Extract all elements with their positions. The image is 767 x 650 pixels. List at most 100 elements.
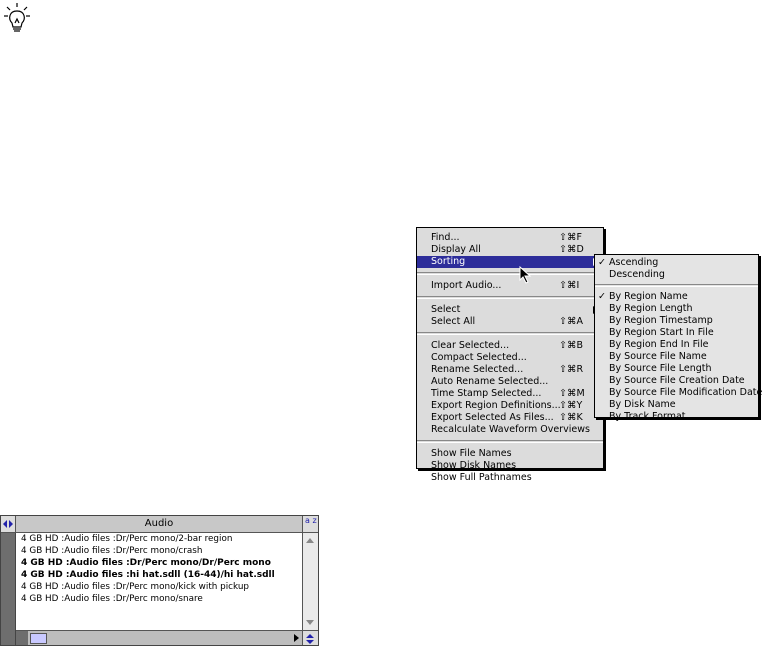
audio-regions-window: Audio a z 4 GB HD :Audio files :Dr/Perc … bbox=[0, 515, 319, 646]
submenu-item-by-region-length[interactable]: By Region Length bbox=[595, 303, 758, 315]
menu-item-recalculate-waveform-overviews[interactable]: Recalculate Waveform Overviews bbox=[417, 424, 603, 436]
submenu-item-by-source-file-name[interactable]: By Source File Name bbox=[595, 351, 758, 363]
menu-item-clear-selected[interactable]: Clear Selected... ⇧⌘B bbox=[417, 340, 603, 352]
audio-popup-menu: Find... ⇧⌘F Display All ⇧⌘D Sorting Import… bbox=[416, 227, 604, 483]
menu-item-find[interactable]: Find... ⇧⌘F bbox=[417, 232, 603, 244]
window-side-bar bbox=[1, 533, 16, 645]
menu-item-label: Sorting bbox=[431, 256, 466, 267]
submenu-item-label: By Region Timestamp bbox=[609, 315, 713, 326]
sort-az-icon: a z bbox=[305, 516, 317, 525]
menu-item-auto-rename-selected[interactable]: Auto Rename Selected... bbox=[417, 376, 603, 388]
submenu-item-label: By Region End In File bbox=[609, 339, 709, 350]
menu-shortcut: ⇧⌘B bbox=[559, 340, 583, 351]
scroll-up-arrow-icon[interactable] bbox=[306, 538, 314, 543]
submenu-item-by-region-start-in-file[interactable]: By Region Start In File bbox=[595, 327, 758, 339]
submenu-item-label: Descending bbox=[609, 269, 665, 280]
sort-az-button[interactable]: a z bbox=[303, 516, 318, 532]
menu-separator bbox=[417, 440, 603, 443]
menu-item-display-all[interactable]: Display All ⇧⌘D bbox=[417, 244, 603, 256]
audio-file-list: 4 GB HD :Audio files :Dr/Perc mono/2-bar… bbox=[16, 533, 302, 630]
menu-item-label: Find... bbox=[431, 232, 460, 243]
vertical-scrollbar[interactable] bbox=[302, 533, 318, 630]
lightbulb-icon bbox=[4, 3, 30, 32]
menu-item-label: Show Full Pathnames bbox=[431, 472, 532, 483]
menu-shortcut: ⇧⌘I bbox=[559, 280, 580, 291]
list-item[interactable]: 4 GB HD :Audio files :Dr/Perc mono/kick … bbox=[16, 581, 302, 593]
menu-item-label: Compact Selected... bbox=[431, 352, 527, 363]
menu-separator bbox=[417, 296, 603, 299]
menu-item-select-all[interactable]: Select All ⇧⌘A bbox=[417, 316, 603, 328]
submenu-item-label: By Source File Length bbox=[609, 363, 712, 374]
menu-item-show-disk-names[interactable]: Show Disk Names bbox=[417, 460, 603, 472]
submenu-item-label: By Region Length bbox=[609, 303, 693, 314]
menu-shortcut: ⇧⌘M bbox=[559, 388, 585, 399]
menu-item-label: Show Disk Names bbox=[431, 460, 517, 471]
list-item[interactable]: 4 GB HD :Audio files :Dr/Perc mono/2-bar… bbox=[16, 533, 302, 545]
menu-item-label: Clear Selected... bbox=[431, 340, 510, 351]
submenu-item-label: By Source File Creation Date bbox=[609, 375, 745, 386]
double-arrow-icon bbox=[3, 520, 13, 528]
menu-shortcut: ⇧⌘D bbox=[559, 244, 584, 255]
window-title: Audio bbox=[16, 516, 303, 532]
scroll-thumb[interactable] bbox=[30, 633, 47, 644]
scroll-down-arrow-icon[interactable] bbox=[306, 620, 314, 625]
scroll-right-arrow-icon[interactable] bbox=[294, 634, 299, 642]
mouse-pointer-icon bbox=[519, 266, 532, 284]
menu-item-label: Display All bbox=[431, 244, 481, 255]
menu-item-label: Time Stamp Selected... bbox=[431, 388, 542, 399]
menu-item-label: Export Region Definitions... bbox=[431, 400, 561, 411]
submenu-item-label: By Region Name bbox=[609, 291, 688, 302]
submenu-item-label: By Disk Name bbox=[609, 399, 676, 410]
submenu-item-by-source-file-modification-date[interactable]: By Source File Modification Date bbox=[595, 387, 762, 399]
menu-item-show-full-pathnames[interactable]: Show Full Pathnames bbox=[417, 472, 603, 484]
menu-shortcut: ⇧⌘R bbox=[559, 364, 584, 375]
menu-item-label: Rename Selected... bbox=[431, 364, 524, 375]
submenu-item-by-region-timestamp[interactable]: By Region Timestamp bbox=[595, 315, 758, 327]
submenu-item-descending[interactable]: Descending bbox=[595, 269, 758, 281]
menu-separator bbox=[595, 284, 758, 287]
submenu-item-label: By Track Format bbox=[609, 411, 686, 422]
list-item[interactable]: 4 GB HD :Audio files :Dr/Perc mono/crash bbox=[16, 545, 302, 557]
menu-shortcut: ⇧⌘K bbox=[559, 412, 583, 423]
menu-item-sorting[interactable]: Sorting bbox=[417, 256, 603, 268]
submenu-item-by-source-file-creation-date[interactable]: By Source File Creation Date bbox=[595, 375, 758, 387]
menu-item-label: Import Audio... bbox=[431, 280, 502, 291]
list-item[interactable]: 4 GB HD :Audio files :hi hat.sdll (16-44… bbox=[16, 569, 302, 581]
submenu-item-label: Ascending bbox=[609, 257, 659, 268]
menu-separator bbox=[417, 272, 603, 275]
menu-item-rename-selected[interactable]: Rename Selected... ⇧⌘R bbox=[417, 364, 603, 376]
submenu-item-ascending[interactable]: ✓ Ascending bbox=[595, 257, 758, 269]
resize-corner[interactable] bbox=[302, 630, 318, 645]
menu-item-import-audio[interactable]: Import Audio... ⇧⌘I bbox=[417, 280, 603, 292]
expand-collapse-button[interactable] bbox=[1, 516, 16, 532]
menu-item-label: Export Selected As Files... bbox=[431, 412, 554, 423]
submenu-item-by-source-file-length[interactable]: By Source File Length bbox=[595, 363, 758, 375]
checkmark-icon: ✓ bbox=[598, 291, 606, 302]
menu-item-label: Auto Rename Selected... bbox=[431, 376, 549, 387]
menu-item-export-selected-as-files[interactable]: Export Selected As Files... ⇧⌘K bbox=[417, 412, 603, 424]
scroll-left-area[interactable] bbox=[16, 631, 28, 645]
menu-shortcut: ⇧⌘F bbox=[559, 232, 582, 243]
menu-item-label: Recalculate Waveform Overviews bbox=[431, 424, 590, 435]
menu-item-export-region-definitions[interactable]: Export Region Definitions... ⇧⌘Y bbox=[417, 400, 603, 412]
sorting-submenu: ✓ Ascending Descending ✓ By Region Name By… bbox=[594, 254, 762, 422]
horizontal-scrollbar[interactable] bbox=[16, 630, 302, 645]
submenu-item-by-region-end-in-file[interactable]: By Region End In File bbox=[595, 339, 758, 351]
submenu-item-by-track-format[interactable]: By Track Format bbox=[595, 411, 758, 423]
menu-item-label: Select All bbox=[431, 316, 476, 327]
submenu-item-by-region-name[interactable]: ✓ By Region Name bbox=[595, 291, 758, 303]
up-down-arrows-icon bbox=[306, 634, 314, 644]
submenu-item-by-disk-name[interactable]: By Disk Name bbox=[595, 399, 758, 411]
menu-item-select[interactable]: Select bbox=[417, 304, 603, 316]
window-header: Audio a z bbox=[1, 516, 318, 533]
menu-item-label: Select bbox=[431, 304, 461, 315]
menu-separator bbox=[417, 332, 603, 335]
list-item[interactable]: 4 GB HD :Audio files :Dr/Perc mono/snare bbox=[16, 593, 302, 605]
submenu-item-label: By Source File Modification Date bbox=[609, 387, 763, 398]
menu-item-compact-selected[interactable]: Compact Selected... bbox=[417, 352, 603, 364]
menu-item-time-stamp-selected[interactable]: Time Stamp Selected... ⇧⌘M bbox=[417, 388, 603, 400]
list-item[interactable]: 4 GB HD :Audio files :Dr/Perc mono/Dr/Pe… bbox=[16, 557, 302, 569]
menu-shortcut: ⇧⌘Y bbox=[559, 400, 583, 411]
menu-item-show-file-names[interactable]: Show File Names bbox=[417, 448, 603, 460]
submenu-item-label: By Region Start In File bbox=[609, 327, 714, 338]
